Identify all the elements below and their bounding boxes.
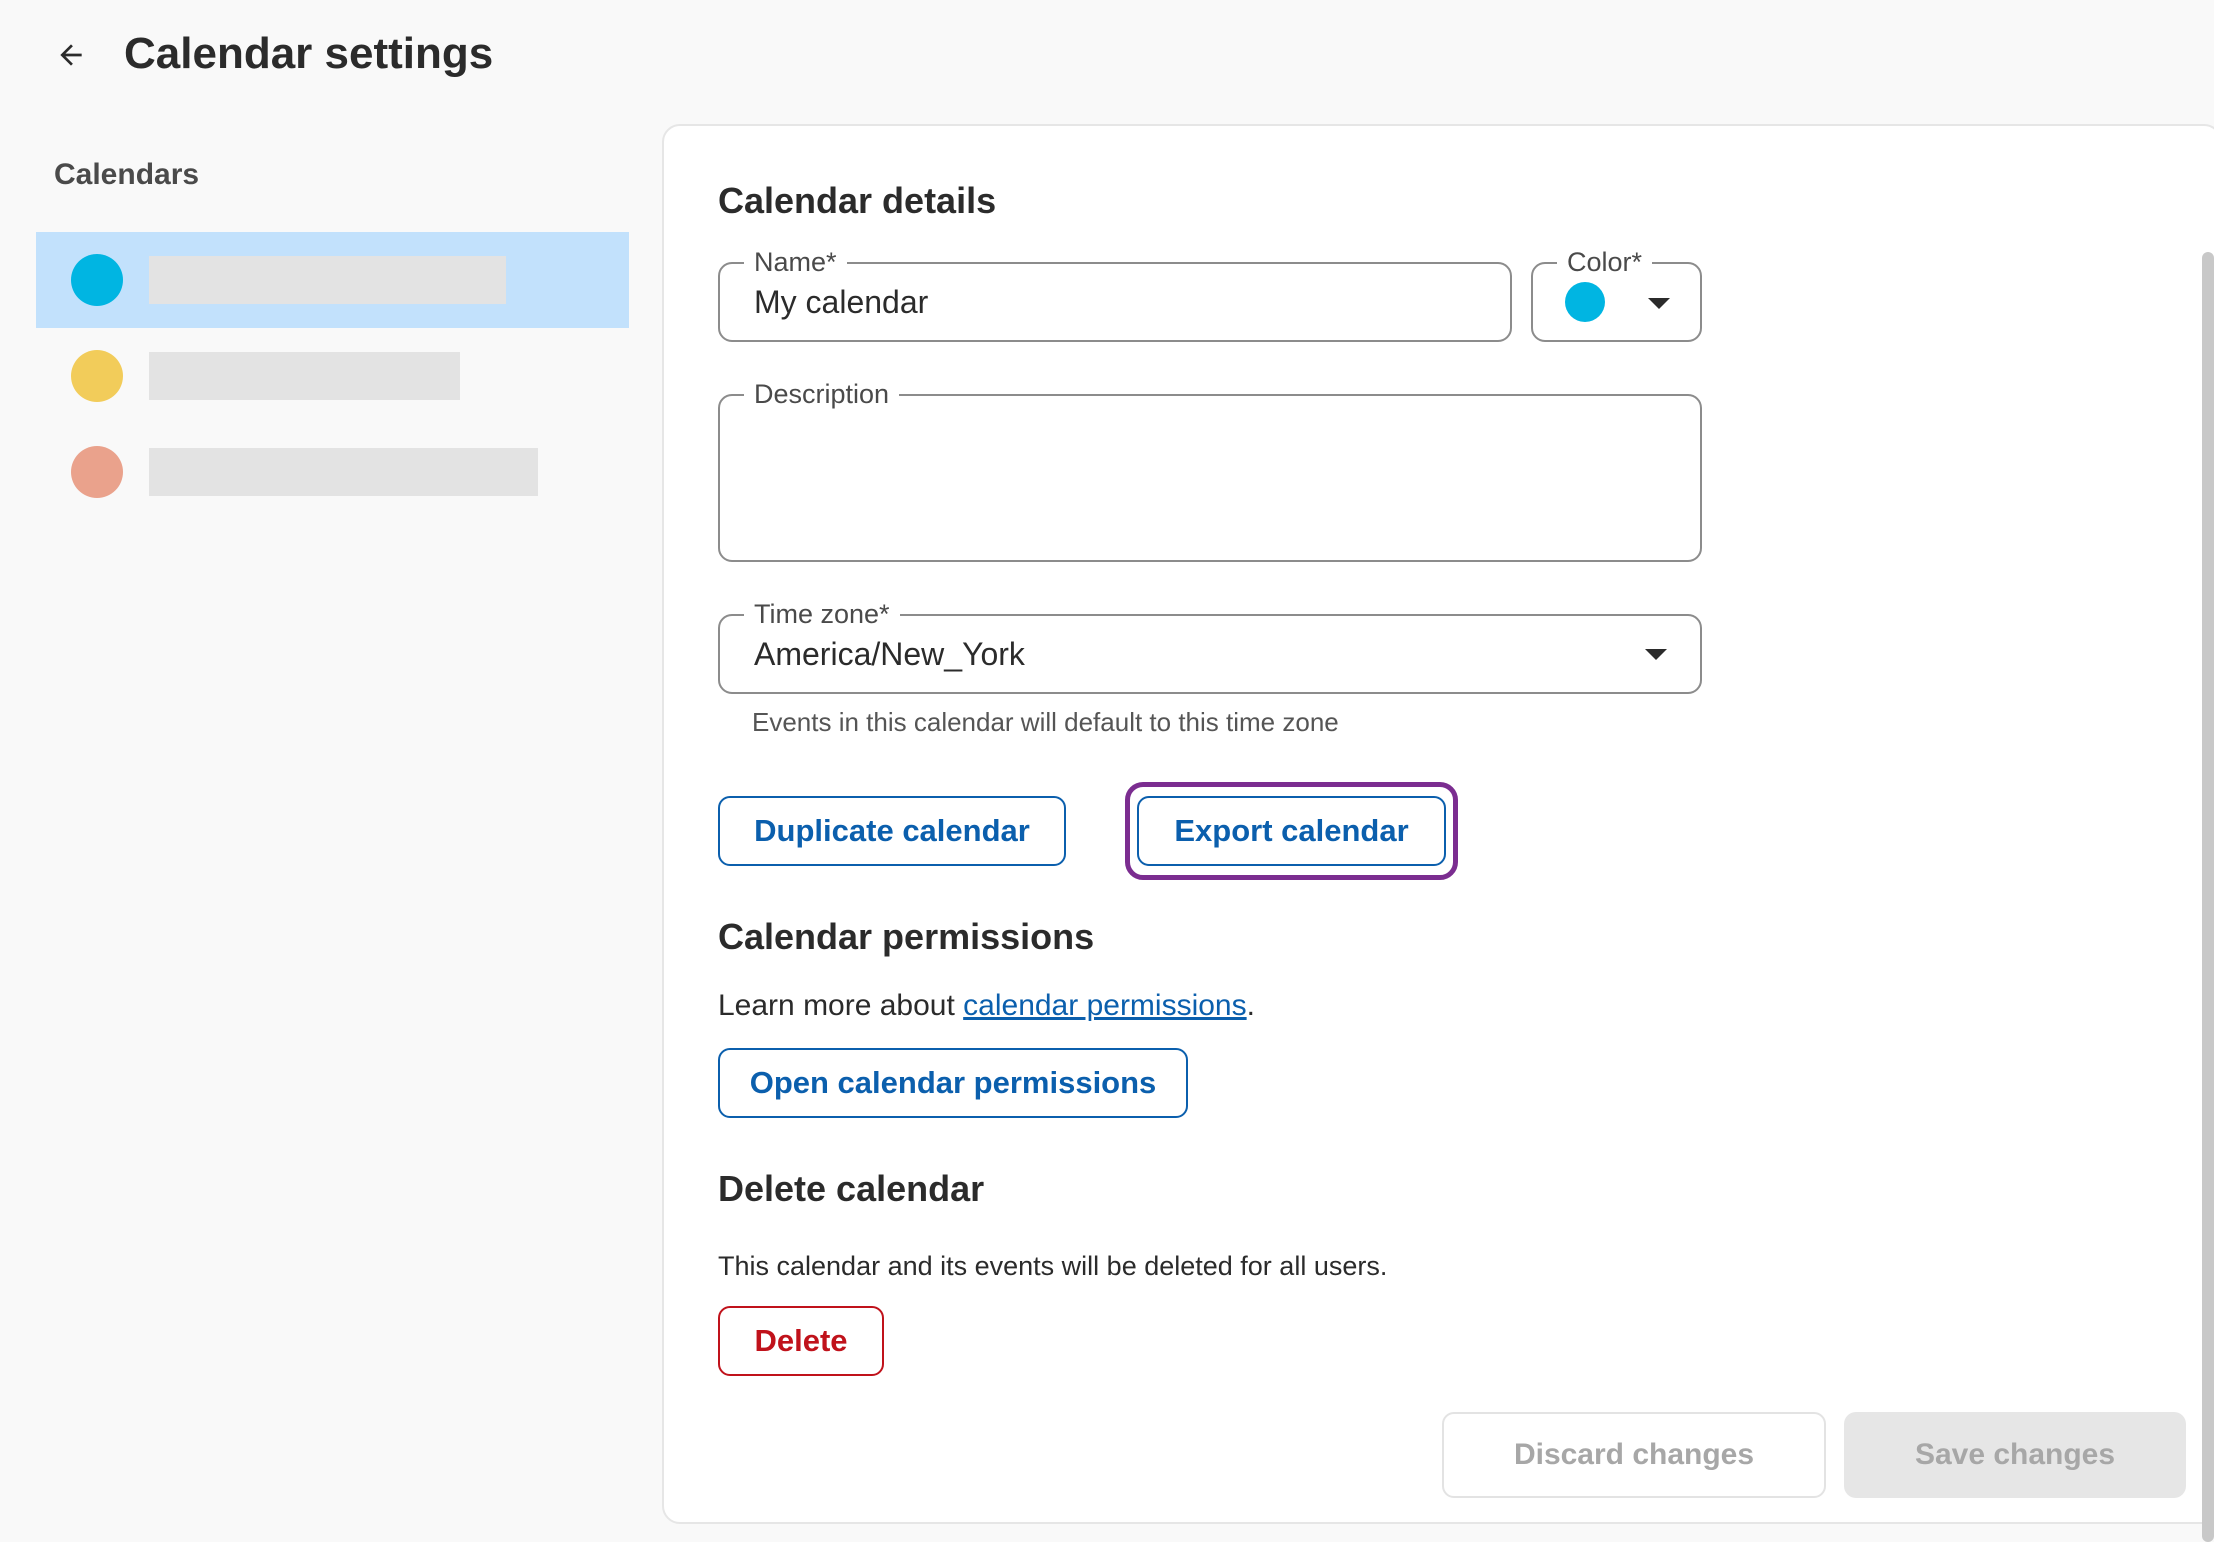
description-field[interactable]: Description bbox=[718, 376, 1702, 562]
calendar-name-placeholder bbox=[149, 352, 460, 400]
page-header: Calendar settings bbox=[0, 0, 2214, 110]
calendar-name-placeholder bbox=[149, 256, 506, 304]
selected-color-swatch bbox=[1565, 282, 1605, 322]
delete-calendar-heading: Delete calendar bbox=[718, 1168, 985, 1209]
calendar-color-dot bbox=[71, 446, 123, 498]
calendar-name-placeholder bbox=[149, 448, 538, 496]
scrollbar-thumb[interactable] bbox=[2202, 252, 2214, 1542]
sidebar-heading: Calendars bbox=[54, 158, 200, 191]
calendar-details-heading: Calendar details bbox=[718, 180, 997, 221]
color-select-label: Color* bbox=[1557, 244, 1653, 280]
time-zone-value: America/New_York bbox=[754, 636, 1025, 672]
delete-calendar-description: This calendar and its events will be del… bbox=[718, 1251, 1388, 1281]
time-zone-select[interactable]: Time zone* America/New_York bbox=[718, 596, 1702, 694]
settings-panel: Calendar details Name* My calendar Color… bbox=[662, 124, 2214, 1542]
name-field-value: My calendar bbox=[754, 284, 929, 320]
chevron-down-icon bbox=[1645, 649, 1667, 660]
calendar-permissions-link[interactable]: calendar permissions bbox=[963, 989, 1246, 1022]
calendar-color-dot bbox=[71, 254, 123, 306]
permissions-description: Learn more about calendar permissions. bbox=[718, 989, 1255, 1022]
calendar-list-item[interactable] bbox=[36, 424, 629, 520]
calendar-sidebar: Calendars bbox=[0, 110, 650, 1518]
name-field[interactable]: Name* My calendar bbox=[718, 244, 1512, 342]
back-button[interactable] bbox=[46, 30, 96, 80]
time-zone-label: Time zone* bbox=[744, 596, 900, 632]
chevron-down-icon bbox=[1648, 298, 1670, 309]
color-select[interactable]: Color* bbox=[1531, 244, 1702, 342]
save-changes-button[interactable]: Save changes bbox=[1844, 1412, 2186, 1498]
calendar-color-dot bbox=[71, 350, 123, 402]
description-field-label: Description bbox=[744, 376, 900, 412]
name-field-label: Name* bbox=[744, 244, 847, 280]
arrow-left-icon bbox=[60, 44, 82, 66]
export-calendar-button[interactable]: Export calendar bbox=[1137, 796, 1446, 866]
calendar-list-item[interactable] bbox=[36, 328, 629, 424]
calendar-list-item[interactable] bbox=[36, 232, 629, 328]
time-zone-helper-text: Events in this calendar will default to … bbox=[752, 707, 1339, 737]
discard-changes-button[interactable]: Discard changes bbox=[1442, 1412, 1826, 1498]
page-title: Calendar settings bbox=[124, 29, 494, 78]
calendar-permissions-heading: Calendar permissions bbox=[718, 916, 1095, 957]
delete-button[interactable]: Delete bbox=[718, 1306, 884, 1376]
duplicate-calendar-button[interactable]: Duplicate calendar bbox=[718, 796, 1066, 866]
open-calendar-permissions-button[interactable]: Open calendar permissions bbox=[718, 1048, 1188, 1118]
scrollbar[interactable] bbox=[2198, 226, 2214, 1542]
